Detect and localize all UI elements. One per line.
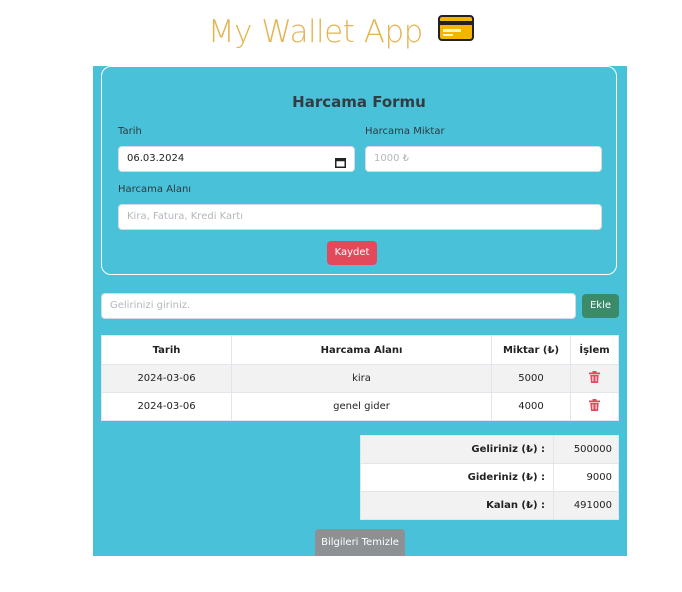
form-title: Harcama Formu [292, 93, 426, 111]
row-date: 2024-03-06 [101, 364, 232, 393]
summary-label: Kalan (₺) : [360, 491, 554, 520]
amount-label: Harcama Miktar [365, 126, 445, 137]
summary-row-expense: Gideriniz (₺) : 9000 [360, 463, 619, 492]
date-input-value: 06.03.2024 [127, 153, 185, 164]
add-income-button[interactable]: Ekle [582, 294, 619, 318]
column-header-amount: Miktar (₺) [491, 335, 571, 365]
row-amount: 4000 [491, 392, 571, 421]
row-area: genel gider [231, 392, 492, 421]
row-date: 2024-03-06 [101, 392, 232, 421]
income-input[interactable]: Gelirinizi giriniz. [101, 293, 576, 319]
credit-card-icon [438, 13, 475, 49]
amount-input[interactable]: 1000 ₺ [365, 146, 602, 172]
row-amount: 5000 [491, 364, 571, 393]
save-button[interactable]: Kaydet [327, 241, 377, 265]
trash-icon[interactable] [589, 399, 600, 414]
date-label: Tarih [118, 126, 142, 137]
summary-value: 9000 [553, 463, 619, 492]
table-row: 2024-03-06 genel gider 4000 [101, 392, 619, 421]
row-area: kira [231, 364, 492, 393]
area-label: Harcama Alanı [118, 184, 192, 195]
trash-icon[interactable] [589, 371, 600, 386]
expense-table: Tarih Harcama Alanı Miktar (₺) İşlem 202… [101, 335, 619, 421]
area-input[interactable]: Kira, Fatura, Kredi Kartı [118, 204, 602, 230]
date-input[interactable]: 06.03.2024 [118, 146, 355, 172]
app-title-text: My Wallet App [207, 14, 423, 50]
column-header-date: Tarih [101, 335, 232, 365]
summary-label: Gideriniz (₺) : [360, 463, 554, 492]
summary-label: Geliriniz (₺) : [360, 435, 554, 464]
summary-value: 500000 [553, 435, 619, 464]
summary-row-remaining: Kalan (₺) : 491000 [360, 491, 619, 520]
table-header-row: Tarih Harcama Alanı Miktar (₺) İşlem [101, 335, 619, 365]
main-panel: Harcama Formu Tarih 06.03.2024 Harcama M… [93, 66, 627, 556]
row-action [570, 392, 619, 421]
app-title: My Wallet App [0, 14, 682, 52]
table-row: 2024-03-06 kira 5000 [101, 364, 619, 393]
summary-row-income: Geliriniz (₺) : 500000 [360, 435, 619, 464]
clear-button[interactable]: Bilgileri Temizle [315, 529, 405, 556]
column-header-action: İşlem [570, 335, 619, 365]
column-header-area: Harcama Alanı [231, 335, 492, 365]
calendar-icon[interactable] [335, 154, 346, 178]
summary-table: Geliriniz (₺) : 500000 Gideriniz (₺) : 9… [360, 435, 619, 520]
summary-value: 491000 [553, 491, 619, 520]
row-action [570, 364, 619, 393]
